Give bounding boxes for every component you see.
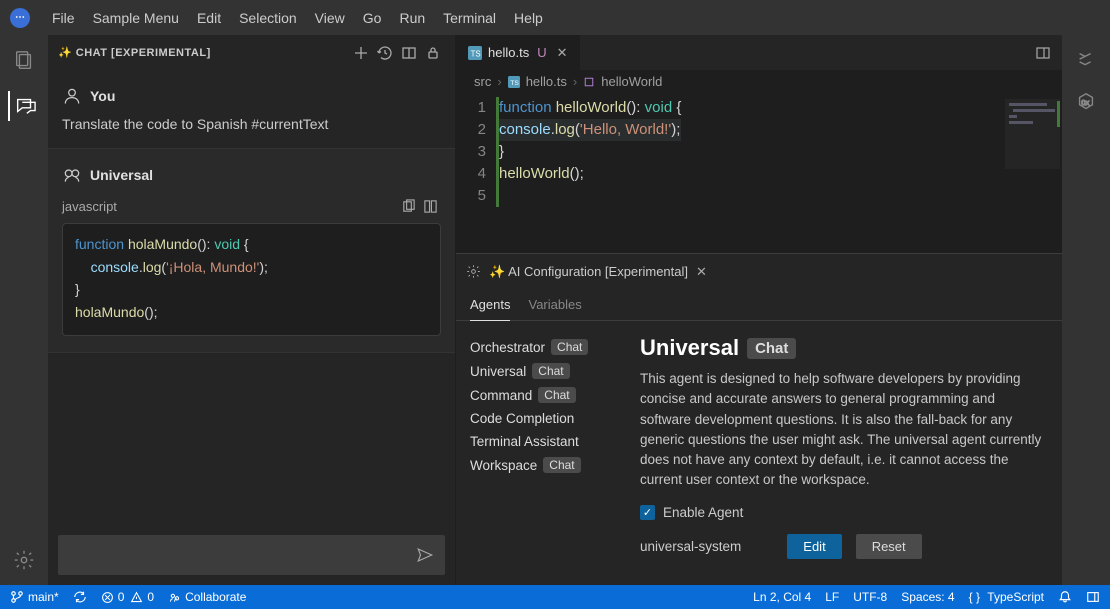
code-language-label: javascript	[62, 199, 117, 214]
layout-icon[interactable]	[397, 41, 421, 65]
language-mode[interactable]: { } TypeScript	[969, 590, 1044, 604]
agent-avatar-icon	[62, 165, 82, 185]
chat-panel: ✨ CHAT [EXPERIMENTAL] You Translate the …	[48, 35, 456, 585]
menu-run[interactable]: Run	[399, 10, 425, 26]
activity-bar	[0, 35, 48, 585]
agent-row-command[interactable]: CommandChat	[470, 383, 630, 407]
warnings-count[interactable]: 0	[130, 590, 154, 604]
agent-list: OrchestratorChatUniversalChatCommandChat…	[470, 335, 630, 571]
agent-detail-badge: Chat	[747, 338, 796, 359]
chat-user-text: Translate the code to Spanish #currentTe…	[62, 116, 441, 132]
sync-icon[interactable]	[73, 590, 87, 604]
menubar: ⋯ File Sample Menu Edit Selection View Go Run T…	[0, 0, 1110, 35]
insert-code-icon[interactable]	[419, 195, 441, 217]
menu-sample-menu[interactable]: Sample Menu	[93, 10, 179, 26]
agent-detail: Universal Chat This agent is designed to…	[640, 335, 1048, 571]
symbol-icon	[583, 76, 595, 88]
system-prompt-label: universal-system	[640, 539, 741, 554]
chat-user-message: You Translate the code to Spanish #curre…	[48, 70, 455, 149]
menu-terminal[interactable]: Terminal	[443, 10, 496, 26]
tab-agents[interactable]: Agents	[470, 289, 510, 321]
tab-variables[interactable]: Variables	[528, 289, 581, 320]
edit-button[interactable]: Edit	[787, 534, 841, 559]
hex-icon[interactable]: 0x	[1075, 91, 1097, 113]
chat-agent-message: Universal javascript function holaMundo(…	[48, 149, 455, 353]
notifications-icon[interactable]	[1058, 590, 1072, 604]
split-editor-icon[interactable]	[1030, 40, 1056, 66]
user-avatar-icon	[62, 86, 82, 106]
chat-code-block: function holaMundo(): void { console.log…	[62, 223, 441, 336]
ts-file-icon: TS	[508, 76, 520, 88]
agent-row-universal[interactable]: UniversalChat	[470, 359, 630, 383]
lock-icon[interactable]	[421, 41, 445, 65]
chat-sender-agent: Universal	[90, 167, 153, 183]
breadcrumb[interactable]: src› TS hello.ts› helloWorld	[456, 70, 1062, 93]
settings-gear-icon[interactable]	[9, 545, 39, 575]
menu-help[interactable]: Help	[514, 10, 543, 26]
copy-code-icon[interactable]	[397, 195, 419, 217]
menu-selection[interactable]: Selection	[239, 10, 297, 26]
agent-row-terminal-assistant[interactable]: Terminal Assistant	[470, 430, 630, 453]
agent-description: This agent is designed to help software …	[640, 369, 1048, 491]
enable-agent-label: Enable Agent	[663, 505, 743, 520]
editor-tab-hello[interactable]: TS hello.ts U ✕	[456, 35, 581, 70]
cursor-position[interactable]: Ln 2, Col 4	[753, 590, 811, 604]
right-sidebar: 0x	[1062, 35, 1110, 585]
new-chat-icon[interactable]	[349, 41, 373, 65]
eol[interactable]: LF	[825, 590, 839, 604]
chat-icon[interactable]	[8, 91, 38, 121]
menu-edit[interactable]: Edit	[197, 10, 221, 26]
chat-panel-title: ✨ CHAT [EXPERIMENTAL]	[58, 46, 349, 59]
reset-button[interactable]: Reset	[856, 534, 922, 559]
indent[interactable]: Spaces: 4	[901, 590, 954, 604]
ts-file-icon: TS	[468, 46, 482, 60]
chat-sender-you: You	[90, 88, 115, 104]
tab-close-icon[interactable]: ✕	[557, 45, 568, 61]
statusbar: main* 0 0 Collaborate Ln 2, Col 4 LF UTF…	[0, 585, 1110, 609]
code-editor[interactable]: 12345 function helloWorld(): void { cons…	[456, 93, 1062, 253]
menu-file[interactable]: File	[52, 10, 75, 26]
outline-icon[interactable]	[1075, 49, 1097, 71]
encoding[interactable]: UTF-8	[853, 590, 887, 604]
ai-config-tabs: Agents Variables	[456, 289, 1062, 321]
ai-config-panel: ✨ AI Configuration [Experimental] ✕ Agen…	[456, 253, 1062, 585]
panel-close-icon[interactable]: ✕	[696, 264, 707, 280]
agent-row-orchestrator[interactable]: OrchestratorChat	[470, 335, 630, 359]
layout-toggle-icon[interactable]	[1086, 590, 1100, 604]
send-icon[interactable]	[416, 546, 434, 564]
minimap[interactable]	[1005, 99, 1060, 169]
collaborate[interactable]: Collaborate	[168, 590, 246, 604]
agent-row-workspace[interactable]: WorkspaceChat	[470, 453, 630, 477]
agent-row-code-completion[interactable]: Code Completion	[470, 407, 630, 430]
history-icon[interactable]	[373, 41, 397, 65]
errors-count[interactable]: 0	[101, 590, 125, 604]
tab-modified-indicator: U	[537, 45, 546, 60]
editor-tabbar: TS hello.ts U ✕	[456, 35, 1062, 70]
tab-filename: hello.ts	[488, 45, 529, 60]
enable-agent-checkbox[interactable]: ✓	[640, 505, 655, 520]
svg-text:TS: TS	[510, 80, 519, 87]
git-branch[interactable]: main*	[10, 590, 59, 604]
app-logo: ⋯	[10, 8, 30, 28]
menu-go[interactable]: Go	[363, 10, 382, 26]
svg-text:TS: TS	[471, 49, 481, 58]
chat-input[interactable]	[58, 535, 445, 575]
ai-panel-title: ✨ AI Configuration [Experimental]	[489, 264, 688, 280]
agent-detail-title: Universal	[640, 335, 739, 361]
svg-text:0x: 0x	[1081, 98, 1089, 107]
panel-gear-icon[interactable]	[466, 264, 481, 279]
menu-view[interactable]: View	[315, 10, 345, 26]
explorer-icon[interactable]	[9, 45, 39, 75]
